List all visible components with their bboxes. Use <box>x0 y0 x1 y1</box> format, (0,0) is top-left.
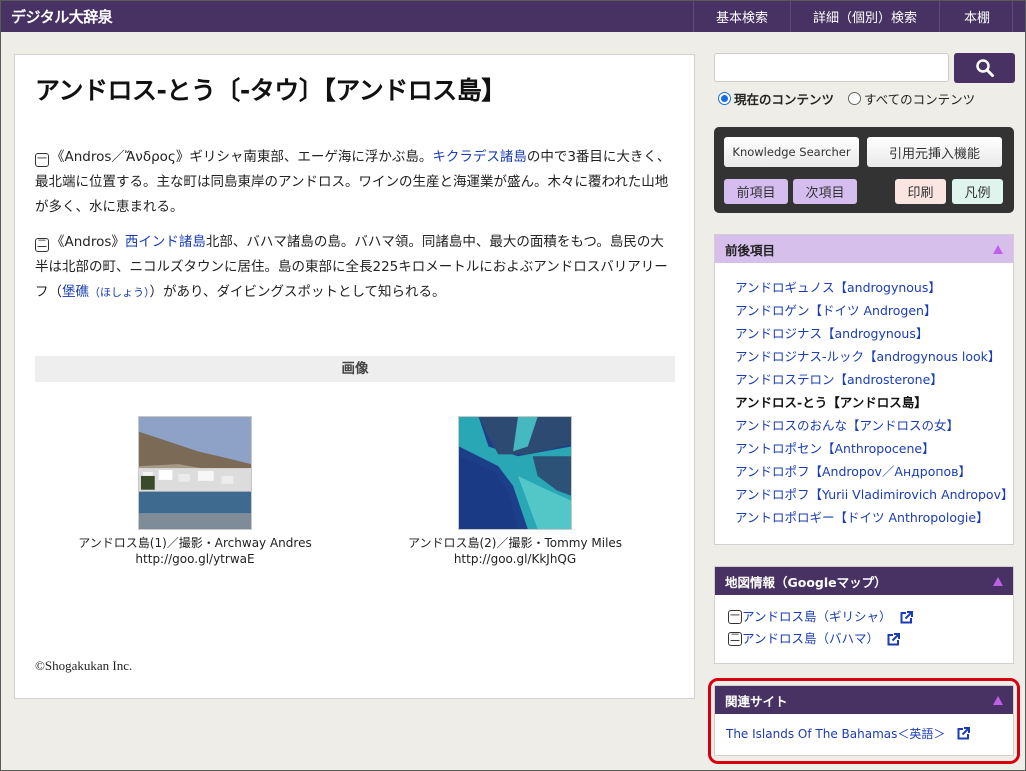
list-item: アンドロゲン【ドイツ Androgen】 <box>735 299 1013 322</box>
adjacent-entry-link[interactable]: アンドロスのおんな【アンドロスの女】 <box>735 418 959 433</box>
nav-bookshelf[interactable]: 本棚 <box>938 1 1013 32</box>
definition-2: 二《Andros》西インド諸島北部、バハマ諸島の島。バハマ領。同諸島中、最大の面… <box>35 234 668 300</box>
nav-basic-search[interactable]: 基本検索 <box>692 1 790 32</box>
search-icon <box>975 59 994 77</box>
map-links: 一 アンドロス島（ギリシャ） 二 アンドロス島（バハマ） <box>715 595 1013 650</box>
adjacent-entries-panel: 前後項目 アンドロギュノス【androgynous】 アンドロゲン【ドイツ An… <box>714 234 1014 545</box>
adjacent-entry-link[interactable]: アンドロポフ【Yurii Vladimirovich Andropov】 <box>735 487 1013 502</box>
andros-greece-photo[interactable] <box>138 416 252 530</box>
adjacent-entry-link[interactable]: アンドロジナス【androgynous】 <box>735 326 928 341</box>
external-link-icon[interactable] <box>887 632 901 646</box>
adjacent-entry-link[interactable]: アントロポセン【Anthropocene】 <box>735 441 935 456</box>
list-item: アンドロステロン【androsterone】 <box>735 368 1013 391</box>
sense-number-2-icon: 二 <box>35 238 49 252</box>
previous-entry-button[interactable]: 前項目 <box>724 179 788 204</box>
knowledge-searcher-button[interactable]: Knowledge Searcher <box>724 137 859 167</box>
map-link-bahamas[interactable]: アンドロス島（バハマ） <box>742 628 879 650</box>
radio-unchecked-icon <box>848 92 862 105</box>
top-nav: 基本検索 詳細（個別）検索 本棚 <box>692 1 1025 32</box>
image-caption: アンドロス島(2)／撮影・Tommy Miles <box>407 536 623 550</box>
collapse-triangle-icon[interactable] <box>993 576 1003 586</box>
adjacent-entry-link[interactable]: アンドロゲン【ドイツ Androgen】 <box>735 303 936 318</box>
related-sites-header[interactable]: 関連サイト <box>715 686 1013 714</box>
toolbox: Knowledge Searcher 引用元挿入機能 前項目 次項目 印刷 凡例 <box>714 127 1014 213</box>
map-info-header[interactable]: 地図情報（Googleマップ） <box>715 567 1013 595</box>
list-item: 一 アンドロス島（ギリシャ） <box>728 606 1013 628</box>
external-link-icon[interactable] <box>900 610 913 624</box>
image-caption: アンドロス島(1)／撮影・Archway Andres <box>78 536 312 550</box>
list-item: アンドロジナス-ルック【androgynous look】 <box>735 345 1013 368</box>
map-info-panel: 地図情報（Googleマップ） 一 アンドロス島（ギリシャ） 二 アンドロス島（… <box>714 566 1014 664</box>
next-entry-button[interactable]: 次項目 <box>793 179 857 204</box>
images-heading: 画像 <box>35 356 675 382</box>
list-item: アントロポロギー【ドイツ Anthropologie】 <box>735 506 1013 529</box>
search-scope: 現在のコンテンツ すべてのコンテンツ <box>718 89 975 108</box>
list-item: アンドロジナス【androgynous】 <box>735 322 1013 345</box>
link-west-indies[interactable]: 西インド諸島 <box>125 234 206 250</box>
image-figure: アンドロス島(1)／撮影・Archway Andres http://goo.g… <box>65 416 325 567</box>
list-item: アンドロポフ【Andropov／Андропов】 <box>735 460 1013 483</box>
andros-bahamas-aerial-photo[interactable] <box>458 416 572 530</box>
search-button[interactable] <box>954 53 1015 83</box>
link-cyclades[interactable]: キクラデス諸島 <box>432 149 527 165</box>
related-sites-list: The Islands Of The Bahamas＜英語＞ <box>715 714 1013 742</box>
list-item: アンドロポフ【Yurii Vladimirovich Andropov】 <box>735 483 1013 506</box>
adjacent-entry-link[interactable]: アントロポロギー【ドイツ Anthropologie】 <box>735 510 989 525</box>
adjacent-entries-header[interactable]: 前後項目 <box>715 235 1013 263</box>
print-button[interactable]: 印刷 <box>895 179 946 204</box>
sense-number-1-icon: 一 <box>728 610 742 624</box>
search-input[interactable] <box>714 53 949 82</box>
entry-title: アンドロス-とう〔-タウ〕【アンドロス島】 <box>35 76 506 105</box>
copyright: ©Shogakukan Inc. <box>35 658 133 673</box>
cite-button[interactable]: 引用元挿入機能 <box>867 137 1002 167</box>
radio-checked-icon <box>718 92 731 105</box>
related-sites-panel: 関連サイト The Islands Of The Bahamas＜英語＞ <box>714 685 1014 756</box>
list-item: 二 アンドロス島（バハマ） <box>728 628 1013 650</box>
link-barrier-reef[interactable]: 堡礁（ほしょう） <box>62 284 150 300</box>
definition-1: 一《Andros／Ἄνδρος》ギリシャ南東部、エーゲ海に浮かぶ島。キクラデス諸… <box>35 149 671 215</box>
sense-number-2-icon: 二 <box>728 632 742 646</box>
scope-current-radio[interactable]: 現在のコンテンツ <box>718 89 834 108</box>
adjacent-entry-link[interactable]: アンドロギュノス【androgynous】 <box>735 280 941 295</box>
nav-advanced-search[interactable]: 詳細（個別）検索 <box>789 1 939 32</box>
external-link-icon[interactable] <box>957 727 971 740</box>
collapse-triangle-icon[interactable] <box>993 695 1003 705</box>
image-figure: アンドロス島(2)／撮影・Tommy Miles http://goo.gl/K… <box>385 416 645 567</box>
related-site-link[interactable]: The Islands Of The Bahamas＜英語＞ <box>726 727 945 741</box>
adjacent-entry-link[interactable]: アンドロポフ【Andropov／Андропов】 <box>735 464 971 479</box>
adjacent-entry-link[interactable]: アンドロジナス-ルック【androgynous look】 <box>735 349 1000 364</box>
site-logo[interactable]: デジタル大辞泉 <box>1 6 113 27</box>
adjacent-entries-list: アンドロギュノス【androgynous】 アンドロゲン【ドイツ Androge… <box>715 263 1013 529</box>
article-panel: アンドロス-とう〔-タウ〕【アンドロス島】 一《Andros／Ἄνδρος》ギリ… <box>14 54 695 699</box>
legend-button[interactable]: 凡例 <box>952 179 1003 204</box>
top-bar: デジタル大辞泉 基本検索 詳細（個別）検索 本棚 <box>1 1 1025 32</box>
image-url: http://goo.gl/KkJhQG <box>453 552 577 566</box>
list-item: アンドロギュノス【androgynous】 <box>735 276 1013 299</box>
sense-number-1-icon: 一 <box>35 153 49 167</box>
image-url: http://goo.gl/ytrwaE <box>135 552 255 566</box>
adjacent-entry-link[interactable]: アンドロステロン【androsterone】 <box>735 372 943 387</box>
scope-all-radio[interactable]: すべてのコンテンツ <box>848 89 975 108</box>
map-link-greece[interactable]: アンドロス島（ギリシャ） <box>742 606 892 628</box>
list-item: アンドロスのおんな【アンドロスの女】 <box>735 414 1013 437</box>
current-entry: アンドロス-とう【アンドロス島】 <box>735 395 927 410</box>
list-item: アントロポセン【Anthropocene】 <box>735 437 1013 460</box>
collapse-triangle-icon[interactable] <box>993 244 1003 254</box>
